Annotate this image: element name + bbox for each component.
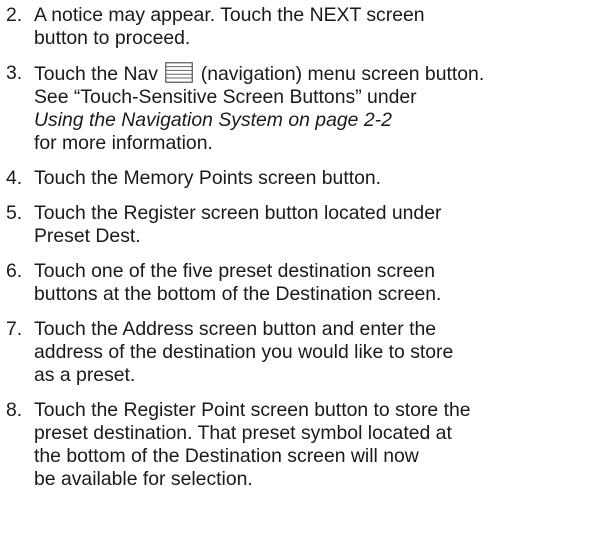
step-line: button to proceed.	[34, 27, 191, 49]
step-line: Touch the Register screen button located…	[34, 202, 442, 224]
step-line: Touch the Address screen button and ente…	[34, 318, 437, 340]
page-reference: Using the Navigation System on page 2-2	[34, 109, 392, 131]
step-text: Touch the Register screen button located…	[34, 202, 597, 248]
step-2: 2. A notice may appear. Touch the NEXT s…	[0, 4, 601, 50]
step-line: the bottom of the Destination screen wil…	[34, 445, 419, 467]
step-text-fragment: Touch the Nav	[34, 63, 158, 85]
step-text: Touch the Memory Points screen button.	[34, 167, 597, 190]
step-7: 7. Touch the Address screen button and e…	[0, 318, 601, 387]
step-number: 3.	[6, 62, 23, 84]
step-6: 6. Touch one of the five preset destinat…	[0, 260, 601, 306]
step-number: 5.	[6, 202, 23, 224]
step-line: preset destination. That preset symbol l…	[34, 422, 452, 444]
step-line: address of the destination you would lik…	[34, 341, 454, 363]
step-line: Touch the Nav (navigation) menu screen b…	[34, 62, 597, 86]
step-text: Touch the Nav (navigation) menu screen b…	[34, 62, 597, 155]
step-text: Touch one of the five preset destination…	[34, 260, 597, 306]
step-line: A notice may appear. Touch the NEXT scre…	[34, 4, 425, 26]
step-line: for more information.	[34, 132, 213, 154]
step-line: as a preset.	[34, 364, 136, 386]
step-text: Touch the Address screen button and ente…	[34, 318, 597, 387]
nav-menu-icon	[165, 62, 194, 83]
step-line: buttons at the bottom of the Destination…	[34, 283, 442, 305]
step-number: 7.	[6, 318, 23, 340]
step-3: 3. Touch the Nav (navigation) menu scree…	[0, 62, 601, 155]
step-text-fragment: (navigation) menu screen button.	[200, 63, 485, 85]
step-number: 6.	[6, 260, 23, 282]
step-number: 2.	[6, 4, 23, 26]
step-line: Preset Dest.	[34, 225, 141, 247]
step-number: 8.	[6, 399, 23, 421]
step-number: 4.	[6, 167, 23, 189]
instruction-list: 2. A notice may appear. Touch the NEXT s…	[0, 4, 601, 491]
manual-page: 2. A notice may appear. Touch the NEXT s…	[0, 0, 601, 552]
step-line: Touch the Register Point screen button t…	[34, 399, 471, 421]
step-line: be available for selection.	[34, 468, 253, 490]
step-line: Touch the Memory Points screen button.	[34, 167, 382, 189]
step-text: Touch the Register Point screen button t…	[34, 399, 597, 491]
step-8: 8. Touch the Register Point screen butto…	[0, 399, 601, 491]
step-4: 4. Touch the Memory Points screen button…	[0, 167, 601, 190]
step-line: See “Touch-Sensitive Screen Buttons” und…	[34, 86, 417, 108]
step-text: A notice may appear. Touch the NEXT scre…	[34, 4, 597, 50]
step-5: 5. Touch the Register screen button loca…	[0, 202, 601, 248]
step-line: Touch one of the five preset destination…	[34, 260, 435, 282]
